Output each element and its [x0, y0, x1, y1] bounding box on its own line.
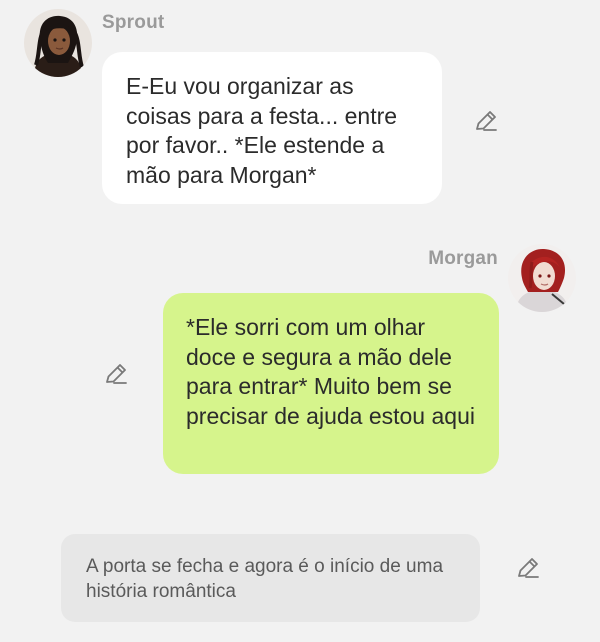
pencil-icon	[106, 364, 127, 384]
message-bubble-outgoing[interactable]: *Ele sorri com um olhar doce e segura a …	[163, 293, 499, 474]
sender-name: Sprout	[102, 12, 165, 33]
sprout-avatar[interactable]	[24, 9, 92, 77]
morgan-avatar-image	[508, 244, 576, 312]
narration-text: A porta se fecha e agora é o início de u…	[86, 556, 444, 602]
chat-view: Sprout E-Eu vou organizar as coisas para…	[0, 0, 600, 642]
message-bubble-incoming[interactable]: E-Eu vou organizar as coisas para a fest…	[102, 52, 442, 204]
pencil-icon	[518, 558, 539, 578]
narration-bubble[interactable]: A porta se fecha e agora é o início de u…	[61, 534, 480, 622]
edit-message-button[interactable]	[472, 107, 500, 135]
sender-name: Morgan	[428, 248, 498, 269]
edit-message-button[interactable]	[514, 554, 542, 582]
message-text: *Ele sorri com um olhar doce e segura a …	[186, 314, 475, 429]
morgan-avatar[interactable]	[508, 244, 576, 312]
edit-message-button[interactable]	[102, 360, 130, 388]
message-text: E-Eu vou organizar as coisas para a fest…	[126, 73, 398, 188]
pencil-icon	[476, 111, 497, 131]
sprout-avatar-image	[24, 9, 92, 77]
